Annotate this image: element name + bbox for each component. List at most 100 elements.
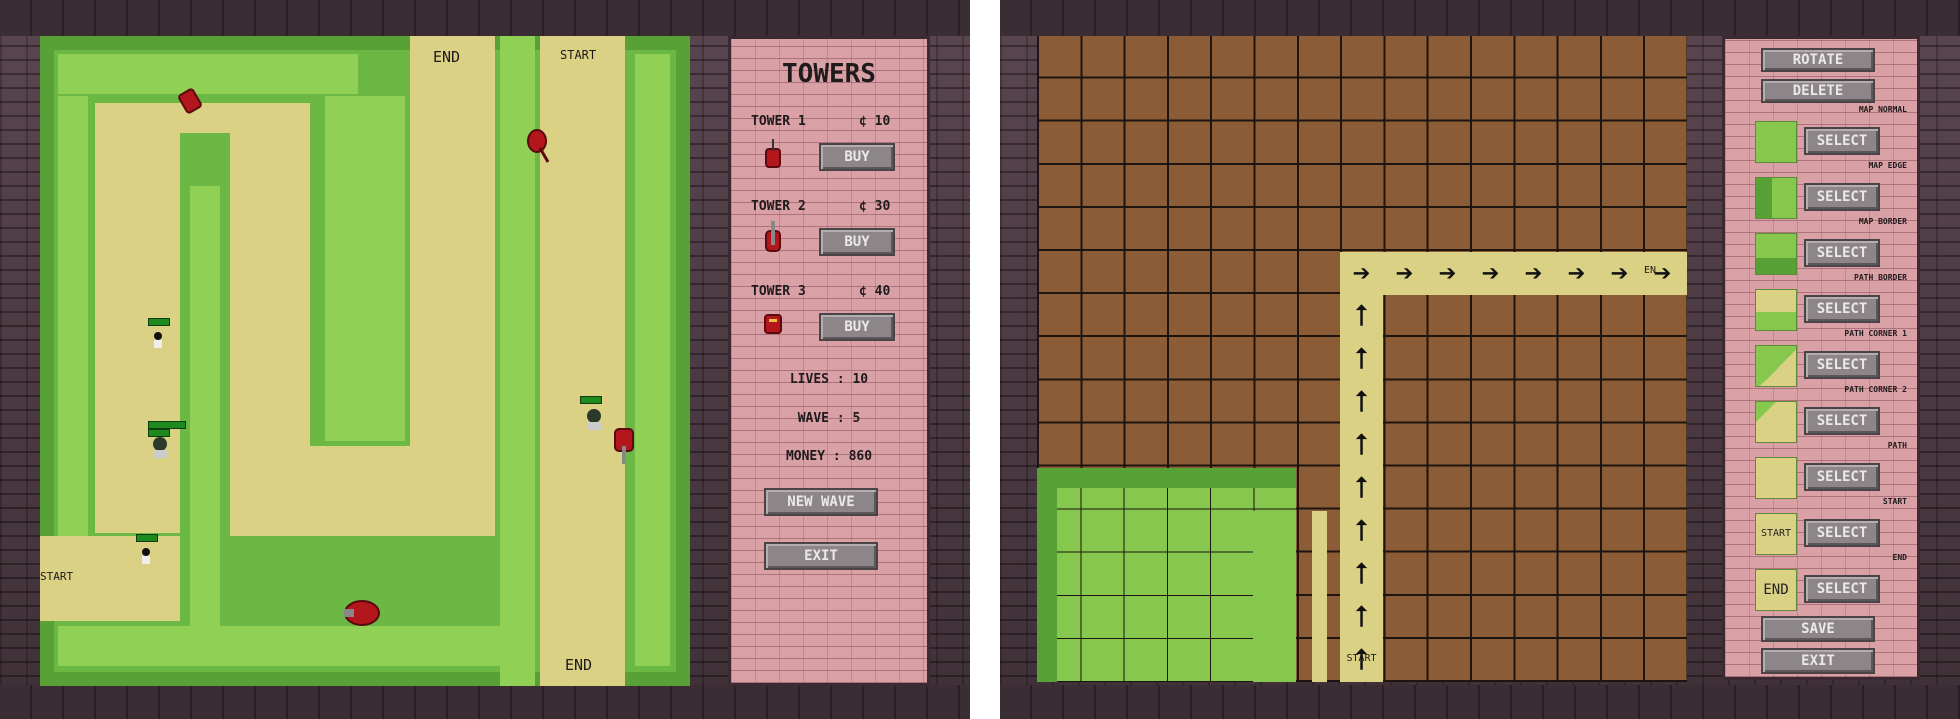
grass-edge	[1037, 468, 1057, 682]
path-segment	[230, 446, 495, 536]
tile-thumb-end: END	[1755, 569, 1797, 611]
tile-caption: PATH	[1887, 441, 1907, 450]
shop-title: TOWERS	[782, 59, 876, 89]
tile-caption: PATH CORNER 2	[1844, 385, 1907, 394]
bottom-wall	[0, 685, 970, 719]
tile-caption: MAP NORMAL	[1858, 105, 1907, 114]
enemy-icon	[153, 437, 167, 458]
tower-2-shop-icon	[765, 221, 781, 252]
tile-thumb-map-border	[1755, 233, 1797, 275]
start-label-left: START	[40, 570, 74, 583]
tower-4-icon[interactable]	[340, 596, 384, 630]
editor-grid[interactable]: ⭡ ⭡ ⭡ ⭡ ⭡ ⭡ ⭡ ⭡ ⭡ START ➔ ➔ ➔ ➔ ➔ ➔ ➔ ➔ …	[1037, 36, 1687, 682]
arrow-right-icon: ➔	[1524, 256, 1543, 291]
tower-3-name: TOWER 3	[751, 284, 806, 299]
enemy-health-bar	[148, 421, 186, 429]
shop-panel: TOWERS TOWER 1 ¢ 10 BUY TOWER 2 ¢ 30 BUY…	[728, 36, 930, 686]
select-path-corner-1-button[interactable]: SELECT	[1804, 351, 1880, 379]
arrow-right-icon: ➔	[1567, 256, 1586, 291]
enemy-icon	[587, 409, 601, 430]
path-segment	[230, 103, 310, 465]
tile-thumb-path-corner-2	[1755, 401, 1797, 443]
select-path-button[interactable]: SELECT	[1804, 463, 1880, 491]
end-label-top: END	[433, 48, 461, 66]
grass-strip	[58, 626, 528, 666]
tower-1-shop-icon	[765, 139, 781, 168]
tile-thumb-path-border	[1755, 289, 1797, 331]
game-screen: END START START END TOWERS TOWER 1 ¢ 10 …	[0, 0, 970, 719]
tile-caption: PATH BORDER	[1854, 273, 1907, 282]
grass-region	[1253, 511, 1296, 682]
delete-button[interactable]: DELETE	[1761, 79, 1875, 103]
buy-tower-1-button[interactable]: BUY	[819, 143, 895, 171]
select-map-edge-button[interactable]: SELECT	[1804, 183, 1880, 211]
grass-strip	[190, 186, 220, 656]
grass-strip	[635, 54, 670, 666]
tile-thumb-map-edge	[1755, 177, 1797, 219]
tower-2-price: ¢ 30	[859, 199, 891, 214]
arrow-right-icon: ➔	[1610, 256, 1629, 291]
enemy-health-bar	[148, 318, 170, 326]
bottom-wall	[1000, 685, 1960, 719]
exit-button[interactable]: EXIT	[764, 542, 878, 570]
buy-tower-3-button[interactable]: BUY	[819, 313, 895, 341]
tower-1-icon[interactable]	[175, 86, 205, 116]
map-edge	[676, 36, 690, 686]
arrow-right-icon: ➔	[1352, 256, 1371, 291]
tower-3-price: ¢ 40	[859, 284, 891, 299]
arrow-up-icon: ⭡	[1354, 299, 1369, 334]
select-path-border-button[interactable]: SELECT	[1804, 295, 1880, 323]
start-label-top: START	[560, 48, 597, 62]
select-end-button[interactable]: SELECT	[1804, 575, 1880, 603]
arrow-up-icon: ⭡	[1354, 557, 1369, 592]
game-map[interactable]: END START START END	[40, 36, 690, 686]
tower-2-icon[interactable]	[520, 126, 560, 166]
tile-thumb-start: START	[1755, 513, 1797, 555]
arrow-right-icon: ➔	[1438, 256, 1457, 291]
path-edge	[1312, 511, 1327, 682]
tile-thumb-path	[1755, 457, 1797, 499]
tile-thumb-path-corner-1	[1755, 345, 1797, 387]
tile-caption: END	[1892, 553, 1907, 562]
arrow-up-icon: ⭡	[1354, 385, 1369, 420]
select-path-corner-2-button[interactable]: SELECT	[1804, 407, 1880, 435]
money-label: MONEY : 860	[785, 449, 873, 464]
select-map-normal-button[interactable]: SELECT	[1804, 127, 1880, 155]
rotate-button[interactable]: ROTATE	[1761, 48, 1875, 72]
tower-1-price: ¢ 10	[859, 114, 891, 129]
buy-tower-2-button[interactable]: BUY	[819, 228, 895, 256]
tile-thumb-map-normal	[1755, 121, 1797, 163]
grass-strip	[325, 96, 405, 441]
wave-label: WAVE : 5	[797, 411, 861, 426]
enemy-health-bar	[136, 534, 158, 542]
enemy-icon	[154, 332, 162, 348]
enemy-icon	[142, 548, 150, 564]
tower-2-name: TOWER 2	[751, 199, 806, 214]
tower-3-icon[interactable]	[610, 426, 640, 466]
tower-3-shop-icon	[764, 314, 782, 334]
editor-panel: ROTATE DELETE MAP NORMAL SELECT MAP EDGE…	[1722, 36, 1920, 680]
top-wall	[0, 0, 970, 36]
top-wall	[1000, 0, 1960, 36]
select-start-button[interactable]: SELECT	[1804, 519, 1880, 547]
enemy-health-bar	[580, 396, 602, 404]
select-map-border-button[interactable]: SELECT	[1804, 239, 1880, 267]
tile-caption: START	[1882, 497, 1907, 506]
grass-strip	[58, 96, 88, 536]
tile-caption: MAP EDGE	[1868, 161, 1907, 170]
tower-1-name: TOWER 1	[751, 114, 806, 129]
arrow-up-icon: ⭡	[1354, 428, 1369, 463]
arrow-right-icon: ➔	[1481, 256, 1500, 291]
end-label-bottom: END	[565, 656, 593, 674]
tile-caption: MAP BORDER	[1858, 217, 1907, 226]
save-button[interactable]: SAVE	[1761, 616, 1875, 642]
new-wave-button[interactable]: NEW WAVE	[764, 488, 878, 516]
grid-end-marker: EN	[1644, 265, 1657, 276]
arrow-up-icon: ⭡	[1354, 342, 1369, 377]
arrow-up-icon: ⭡	[1354, 514, 1369, 549]
grass-strip	[58, 54, 358, 94]
tile-caption: PATH CORNER 1	[1844, 329, 1907, 338]
arrow-right-icon: ➔	[1395, 256, 1414, 291]
editor-exit-button[interactable]: EXIT	[1761, 648, 1875, 674]
arrow-up-icon: ⭡	[1354, 471, 1369, 506]
